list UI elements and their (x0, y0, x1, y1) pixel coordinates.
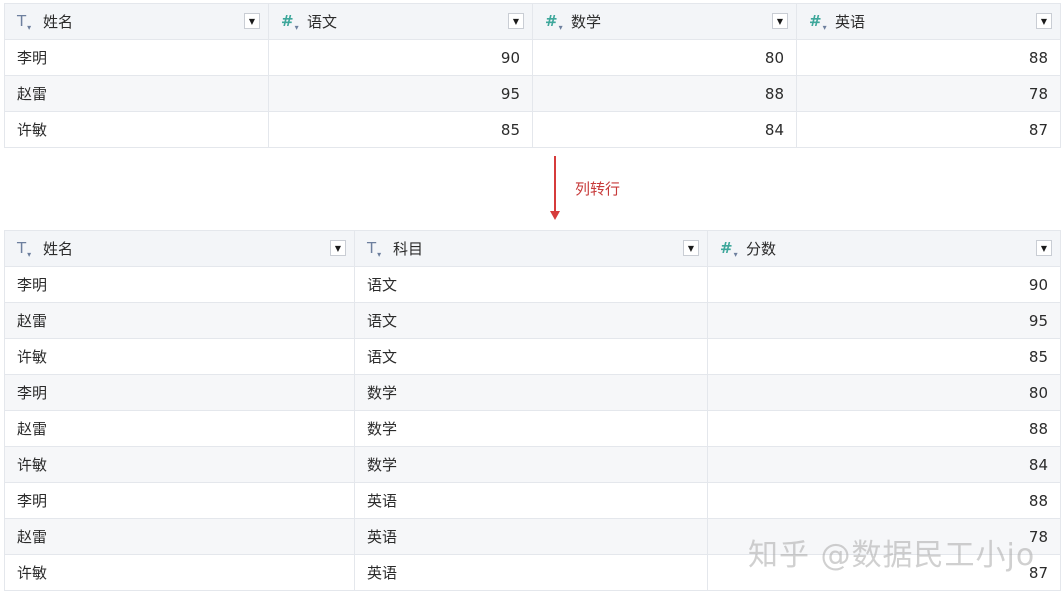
cell-name[interactable]: 李明 (4, 39, 269, 76)
cell-name[interactable]: 赵雷 (4, 75, 269, 112)
table-row[interactable]: 李明 语文 90 (4, 266, 1061, 303)
cell-score[interactable]: 88 (796, 39, 1061, 76)
cell-name[interactable]: 赵雷 (4, 518, 355, 555)
table-row[interactable]: 李明 英语 88 (4, 482, 1061, 519)
cell-score[interactable]: 88 (707, 410, 1061, 447)
source-table-header-row: T▾ 姓名 ▼ #▾ 语文 ▼ #▾ 数学 ▼ #▾ 英语 ▼ (4, 3, 1061, 40)
cell-subject[interactable]: 语文 (354, 266, 708, 303)
column-dropdown-button[interactable]: ▼ (244, 13, 260, 29)
cell-score[interactable]: 90 (268, 39, 533, 76)
result-table-header-row: T▾ 姓名 ▼ T▾ 科目 ▼ #▾ 分数 ▼ (4, 230, 1061, 267)
cell-score[interactable]: 80 (532, 39, 797, 76)
column-header-math[interactable]: #▾ 数学 ▼ (532, 3, 797, 40)
cell-name[interactable]: 李明 (4, 482, 355, 519)
cell-name[interactable]: 李明 (4, 374, 355, 411)
cell-subject[interactable]: 英语 (354, 554, 708, 591)
table-row[interactable]: 许敏 数学 84 (4, 446, 1061, 483)
cell-name[interactable]: 许敏 (4, 111, 269, 148)
watermark: 知乎 @数据民工小jo (748, 538, 1036, 573)
column-header-name[interactable]: T▾ 姓名 ▼ (4, 230, 355, 267)
table-row[interactable]: 许敏 语文 85 (4, 338, 1061, 375)
table-row[interactable]: 赵雷 数学 88 (4, 410, 1061, 447)
column-header-name[interactable]: T▾ 姓名 ▼ (4, 3, 269, 40)
cell-name[interactable]: 赵雷 (4, 302, 355, 339)
column-dropdown-button[interactable]: ▼ (1036, 13, 1052, 29)
text-type-icon: T▾ (17, 238, 32, 259)
cell-name[interactable]: 许敏 (4, 338, 355, 375)
table-row[interactable]: 许敏 85 84 87 (4, 111, 1061, 148)
text-type-icon: T▾ (17, 11, 32, 32)
column-dropdown-button[interactable]: ▼ (772, 13, 788, 29)
column-header-score[interactable]: #▾ 分数 ▼ (707, 230, 1061, 267)
cell-score[interactable]: 90 (707, 266, 1061, 303)
transform-label: 列转行 (575, 180, 621, 198)
column-header-english[interactable]: #▾ 英语 ▼ (796, 3, 1061, 40)
cell-name[interactable]: 许敏 (4, 446, 355, 483)
number-type-icon: #▾ (720, 238, 738, 259)
text-type-icon: T▾ (367, 238, 382, 259)
cell-score[interactable]: 84 (532, 111, 797, 148)
cell-score[interactable]: 88 (707, 482, 1061, 519)
number-type-icon: #▾ (545, 11, 563, 32)
cell-subject[interactable]: 语文 (354, 302, 708, 339)
cell-name[interactable]: 许敏 (4, 554, 355, 591)
cell-subject[interactable]: 数学 (354, 410, 708, 447)
table-row[interactable]: 赵雷 95 88 78 (4, 75, 1061, 112)
cell-score[interactable]: 80 (707, 374, 1061, 411)
number-type-icon: #▾ (281, 11, 299, 32)
number-type-icon: #▾ (809, 11, 827, 32)
cell-subject[interactable]: 英语 (354, 518, 708, 555)
transform-arrow-line (554, 156, 556, 212)
column-header-chinese[interactable]: #▾ 语文 ▼ (268, 3, 533, 40)
column-header-subject[interactable]: T▾ 科目 ▼ (354, 230, 708, 267)
table-row[interactable]: 赵雷 语文 95 (4, 302, 1061, 339)
cell-score[interactable]: 84 (707, 446, 1061, 483)
column-dropdown-button[interactable]: ▼ (1036, 240, 1052, 256)
cell-score[interactable]: 95 (707, 302, 1061, 339)
column-dropdown-button[interactable]: ▼ (683, 240, 699, 256)
down-arrow-icon (550, 211, 560, 220)
cell-score[interactable]: 88 (532, 75, 797, 112)
cell-score[interactable]: 85 (268, 111, 533, 148)
column-dropdown-button[interactable]: ▼ (508, 13, 524, 29)
source-table: T▾ 姓名 ▼ #▾ 语文 ▼ #▾ 数学 ▼ #▾ 英语 ▼ 李明 90 80 88 (4, 3, 1061, 148)
cell-subject[interactable]: 数学 (354, 374, 708, 411)
cell-score[interactable]: 87 (796, 111, 1061, 148)
cell-score[interactable]: 95 (268, 75, 533, 112)
column-dropdown-button[interactable]: ▼ (330, 240, 346, 256)
table-row[interactable]: 李明 数学 80 (4, 374, 1061, 411)
cell-score[interactable]: 85 (707, 338, 1061, 375)
cell-name[interactable]: 赵雷 (4, 410, 355, 447)
cell-subject[interactable]: 数学 (354, 446, 708, 483)
cell-score[interactable]: 78 (796, 75, 1061, 112)
cell-subject[interactable]: 语文 (354, 338, 708, 375)
cell-name[interactable]: 李明 (4, 266, 355, 303)
table-row[interactable]: 李明 90 80 88 (4, 39, 1061, 76)
cell-subject[interactable]: 英语 (354, 482, 708, 519)
